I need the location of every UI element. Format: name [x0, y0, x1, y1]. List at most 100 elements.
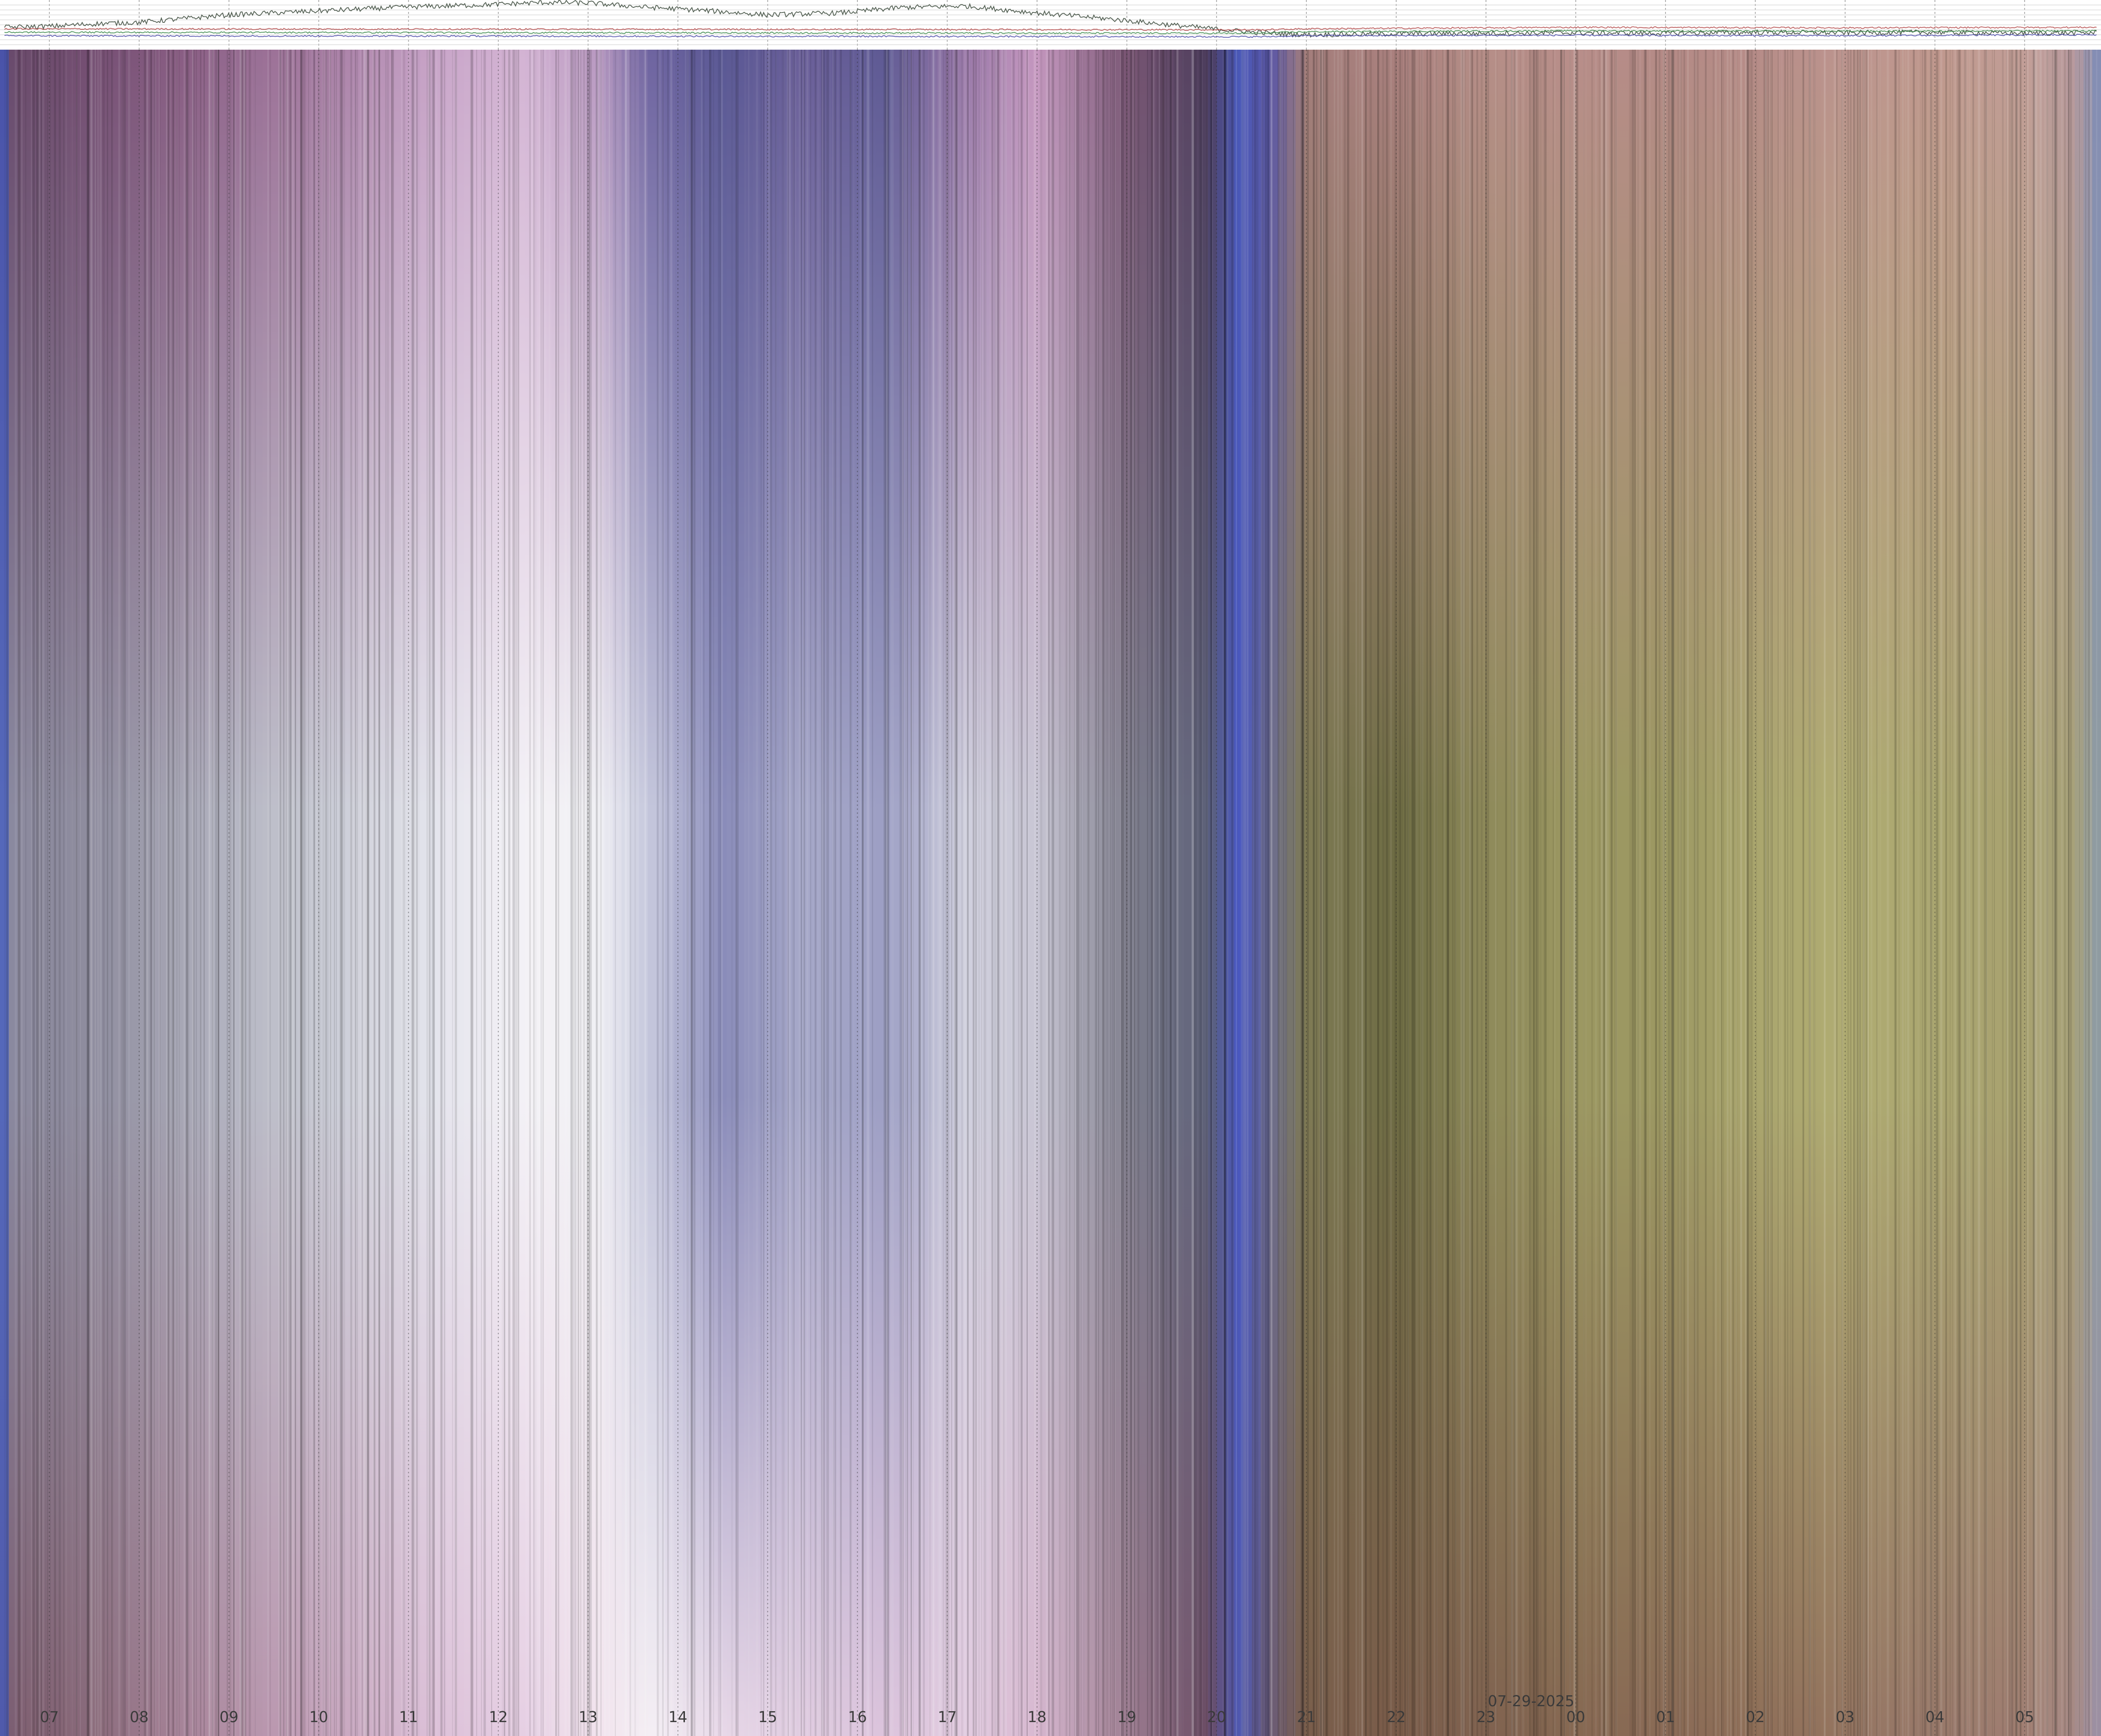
keogram-streak	[1868, 50, 1869, 1736]
hour-tick-label: 13	[579, 1709, 598, 1726]
hour-tick-label: 15	[758, 1709, 777, 1726]
keogram-streak	[45, 50, 46, 1736]
hour-tick-label: 16	[848, 1709, 867, 1726]
hour-tick-label: 14	[669, 1709, 687, 1726]
hour-tick-label: 00	[1566, 1709, 1585, 1726]
hour-tick-label: 12	[489, 1709, 508, 1726]
keogram-streak	[1729, 50, 1732, 1736]
keogram-streak	[827, 50, 829, 1736]
keogram-streak	[2068, 50, 2069, 1736]
keogram-streak	[1048, 50, 1050, 1736]
hour-tick-label: 18	[1028, 1709, 1047, 1726]
keogram-column	[875, 50, 885, 1736]
keogram-streak	[1755, 50, 1757, 1736]
keogram-column	[1112, 50, 1121, 1736]
keogram-streak	[2085, 50, 2086, 1736]
keogram-column	[1943, 50, 1952, 1736]
keogram-streak	[801, 50, 802, 1736]
keogram-streak	[1443, 50, 1445, 1736]
keogram-streak	[427, 50, 428, 1736]
keogram-streak	[932, 50, 934, 1736]
keogram-streak	[2015, 50, 2018, 1736]
keogram-streak	[608, 50, 610, 1736]
keogram-streak	[1601, 50, 1603, 1736]
keogram-streak	[1968, 50, 1971, 1736]
keogram-streak	[542, 50, 543, 1736]
keogram-streak	[1495, 50, 1497, 1736]
keogram-streak	[1083, 50, 1085, 1736]
keogram-streak	[1918, 50, 1919, 1736]
keogram-streak	[121, 50, 124, 1736]
keogram-streak	[364, 50, 366, 1736]
keogram-streak	[1595, 50, 1597, 1736]
keogram-streak	[516, 50, 517, 1736]
keogram-streak	[1544, 50, 1547, 1736]
keogram-streak	[1899, 50, 1900, 1736]
keogram-streak	[1160, 50, 1162, 1736]
hour-tick-label: 20	[1207, 1709, 1226, 1726]
keogram-streak	[378, 50, 380, 1736]
keogram-streak	[102, 50, 105, 1736]
keogram-streak	[1262, 50, 1264, 1736]
keogram-column	[2022, 50, 2031, 1736]
keogram-column	[105, 50, 114, 1736]
keogram-streak	[1945, 50, 1947, 1736]
keogram-streak	[428, 50, 430, 1736]
keogram-streak	[629, 50, 631, 1736]
keogram-streak	[981, 50, 983, 1736]
keogram-streak	[1813, 50, 1815, 1736]
keogram-streak	[1199, 50, 1201, 1736]
keogram-streak	[40, 50, 43, 1736]
keogram-streak	[1655, 50, 1657, 1736]
keogram-streak	[513, 50, 516, 1736]
keogram-streak	[1833, 50, 1836, 1736]
keogram-streak	[344, 50, 345, 1736]
keogram-streak	[234, 50, 236, 1736]
keogram-streak	[1765, 50, 1766, 1736]
keogram-streak	[1433, 50, 1435, 1736]
keogram-streak	[929, 50, 931, 1736]
keogram-streak	[1553, 50, 1554, 1736]
keogram-streak	[557, 50, 559, 1736]
keogram-streak	[792, 50, 795, 1736]
keogram-streak	[961, 50, 964, 1736]
keogram-streak	[978, 50, 980, 1736]
keogram-streak	[954, 50, 956, 1736]
keogram-streak	[283, 50, 285, 1736]
keogram-streak	[1763, 50, 1764, 1736]
keogram-column	[481, 50, 491, 1736]
keogram-column	[1523, 50, 1532, 1736]
keogram-streak	[981, 50, 982, 1736]
keogram-column	[1497, 50, 1506, 1736]
keogram-column	[472, 50, 482, 1736]
keogram-streak	[834, 50, 836, 1736]
keogram-streak	[1390, 50, 1392, 1736]
keogram-streak	[1087, 50, 1090, 1736]
keogram-streak	[1953, 50, 1955, 1736]
keogram-streak	[709, 50, 712, 1736]
keogram-column	[726, 50, 736, 1736]
keogram-streak	[2044, 50, 2046, 1736]
keogram-streak	[951, 50, 953, 1736]
keogram-streak	[1399, 50, 1400, 1736]
keogram-streak	[837, 50, 838, 1736]
keogram-streak	[436, 50, 438, 1736]
keogram-streak	[1663, 50, 1665, 1736]
keogram-streak	[517, 50, 520, 1736]
keogram-streak	[2088, 50, 2090, 1736]
keogram-streak	[1283, 50, 1284, 1736]
keogram-streak	[1429, 50, 1431, 1736]
keogram-streak	[270, 50, 271, 1736]
keogram-streak	[330, 50, 331, 1736]
keogram-streak	[884, 50, 887, 1736]
keogram-streak	[1836, 50, 1838, 1736]
keogram-streak	[1153, 50, 1154, 1736]
keogram-streak	[1095, 50, 1097, 1736]
keogram-streak	[1112, 50, 1113, 1736]
keogram-column	[1768, 50, 1778, 1736]
keogram-streak	[1355, 50, 1357, 1736]
keogram-streak	[670, 50, 673, 1736]
keogram-streak	[1067, 50, 1069, 1736]
keogram-streak	[248, 50, 250, 1736]
keogram-streak	[910, 50, 912, 1736]
